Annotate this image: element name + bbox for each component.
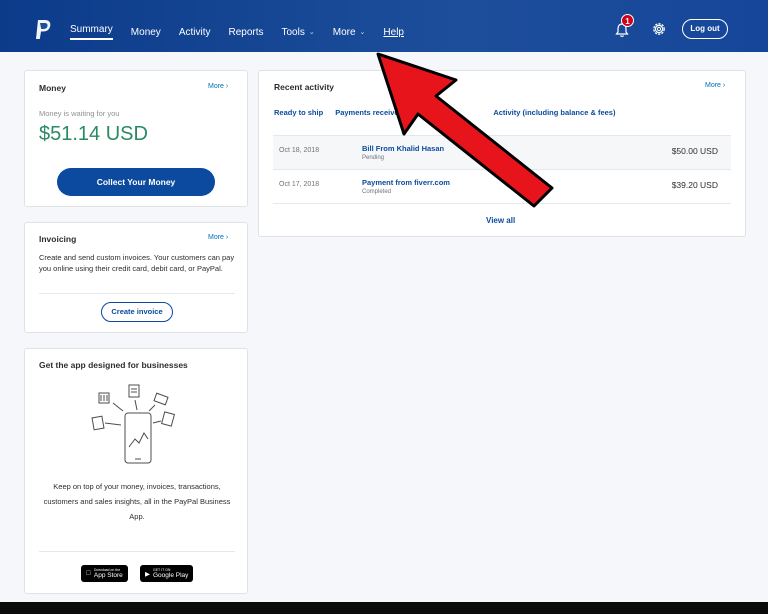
gear-icon[interactable] [650,20,668,38]
notification-badge[interactable]: 1 [621,14,634,27]
paypal-logo-icon[interactable] [34,19,52,41]
tab-ready-to-ship[interactable]: Ready to ship [274,108,323,117]
nav-reports[interactable]: Reports [228,24,263,40]
nav-help-label: Help [383,26,404,38]
row-date: Oct 17, 2018 [279,181,320,188]
app-store-button[interactable]:  Download on theApp Store [81,565,128,582]
row-amount: $50.00 USD [671,146,718,156]
table-row[interactable]: Oct 18, 2018 Bill From Khalid Hasan Pend… [273,135,731,169]
google-play-label: Google Play [153,572,189,579]
nav-reports-label: Reports [228,26,264,38]
row-status: Completed [362,189,392,195]
app-store-label: App Store [89,572,123,579]
logout-button[interactable]: Log out [682,19,728,39]
divider [273,203,731,204]
view-all-link[interactable]: View all [486,216,515,225]
activity-table: Oct 18, 2018 Bill From Khalid Hasan Pend… [273,135,731,204]
apple-icon:  [86,570,91,577]
nav-activity[interactable]: Activity [179,24,211,40]
google-play-icon: ▶ [145,570,150,578]
nav-more[interactable]: More ⌄ [333,24,366,40]
app-promo-description: Keep on top of your money, invoices, tra… [43,482,231,521]
row-name[interactable]: Payment from fiverr.com [362,178,450,187]
table-row[interactable]: Oct 17, 2018 Payment from fiverr.com Com… [273,169,731,203]
chevron-down-icon: ⌄ [308,29,315,36]
money-more-link[interactable]: More › [208,83,228,90]
main-nav: Summary Money Activity Reports Tools ⌄ Mo… [70,24,422,40]
money-card: Money More › Money is waiting for you $5… [24,70,248,207]
tab-activity[interactable]: Activity (including balance & fees) [493,108,615,117]
top-navigation-bar: Summary Money Activity Reports Tools ⌄ Mo… [0,0,768,52]
recent-activity-title: Recent activity [274,82,334,92]
create-invoice-button[interactable]: Create invoice [101,302,173,322]
nav-help[interactable]: Help [383,24,404,40]
collect-money-button[interactable]: Collect Your Money [57,168,215,196]
chevron-down-icon: ⌄ [359,29,366,36]
money-waiting-text: Money is waiting for you [39,109,120,118]
row-amount: $39.20 USD [671,180,718,190]
nav-money-label: Money [130,26,161,38]
business-app-illustration-icon [91,384,175,464]
money-title: Money [39,83,66,93]
tab-payments-received[interactable]: Payments received [335,108,403,117]
divider [39,551,235,552]
google-play-button[interactable]: ▶ GET IT ON Google Play [140,565,194,582]
row-name[interactable]: Bill From Khalid Hasan [362,144,444,153]
app-promo-title: Get the app designed for businesses [39,360,188,370]
nav-tools-label: Tools [281,26,305,38]
row-status: Pending [362,155,385,161]
invoicing-description: Create and send custom invoices. Your cu… [39,253,235,273]
money-amount: $51.14 USD [39,123,148,145]
nav-summary-label: Summary [70,24,113,35]
bottom-black-bar [0,602,768,614]
nav-tools[interactable]: Tools ⌄ [282,24,315,40]
nav-activity-label: Activity [178,26,211,38]
nav-summary[interactable]: Summary [70,24,113,40]
tab-payments-sent[interactable]: Pa [415,108,424,117]
recent-activity-card: Recent activity More › Ready to ship Pay… [258,70,746,237]
divider [39,293,235,294]
invoicing-card: Invoicing More › Create and send custom … [24,222,248,333]
activity-tabs: Ready to ship Payments received Pa Activ… [274,108,627,117]
row-date: Oct 18, 2018 [279,147,320,154]
invoicing-title: Invoicing [39,234,77,244]
app-promo-card: Get the app designed for businesses Keep… [24,348,248,594]
activity-more-link[interactable]: More › [705,82,725,89]
invoicing-more-link[interactable]: More › [208,234,228,241]
nav-money[interactable]: Money [131,24,161,40]
nav-more-label: More [332,26,356,38]
